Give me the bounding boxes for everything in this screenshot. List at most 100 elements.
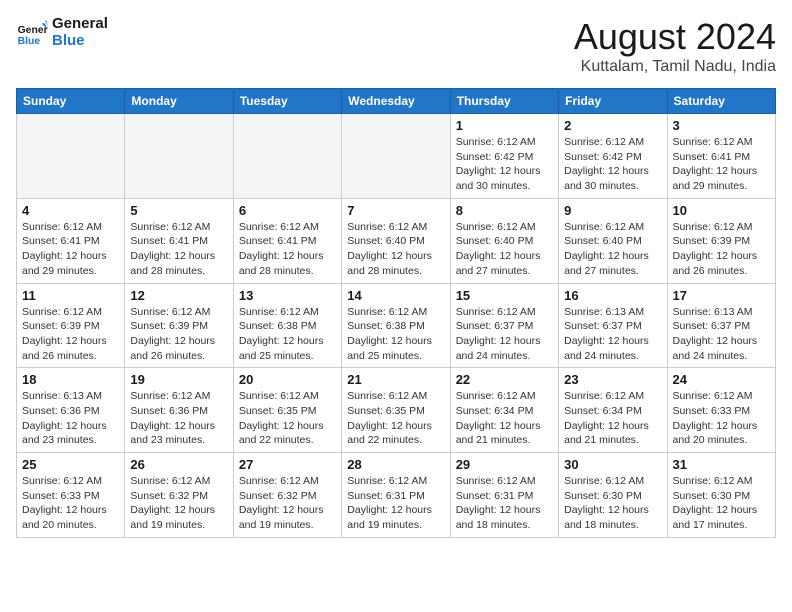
calendar-cell: 15Sunrise: 6:12 AM Sunset: 6:37 PM Dayli… (450, 283, 558, 368)
calendar-cell: 18 Sunrise: 6:13 AM Sunset: 6:36 PM Dayli… (17, 368, 125, 453)
calendar-cell: 5 Sunrise: 6:12 AM Sunset: 6:41 PM Daylig… (125, 198, 233, 283)
logo: General Blue General Blue (16, 16, 108, 49)
day-number: 7 (347, 203, 444, 218)
day-number: 9 (564, 203, 661, 218)
day-number: 23 (564, 372, 661, 387)
day-number: 14 (347, 288, 444, 303)
calendar-cell: 6Sunrise: 6:12 AM Sunset: 6:41 PM Daylig… (233, 198, 341, 283)
day-number: 16 (564, 288, 661, 303)
week-row-4: 18 Sunrise: 6:13 AM Sunset: 6:36 PM Dayli… (17, 368, 776, 453)
day-number: 8 (456, 203, 553, 218)
day-info: Sunrise: 6:12 AM Sunset: 6:41 PM Dayligh… (130, 220, 227, 279)
svg-text:Blue: Blue (18, 36, 41, 47)
day-info: Sunrise: 6:12 AM Sunset: 6:36 PM Dayligh… (130, 389, 227, 448)
calendar-cell: 10 Sunrise: 6:12 AM Sunset: 6:39 PM Dayli… (667, 198, 775, 283)
logo-icon: General Blue (16, 17, 48, 49)
week-row-5: 25 Sunrise: 6:12 AM Sunset: 6:33 PM Dayli… (17, 453, 776, 538)
day-info: Sunrise: 6:12 AM Sunset: 6:41 PM Dayligh… (22, 220, 119, 279)
calendar-cell (17, 114, 125, 199)
month-title: August 2024 (574, 16, 776, 58)
day-number: 26 (130, 457, 227, 472)
day-info: Sunrise: 6:12 AM Sunset: 6:41 PM Dayligh… (673, 135, 770, 194)
day-number: 2 (564, 118, 661, 133)
calendar-cell: 2Sunrise: 6:12 AM Sunset: 6:42 PM Daylig… (559, 114, 667, 199)
calendar-cell: 26 Sunrise: 6:12 AM Sunset: 6:32 PM Dayli… (125, 453, 233, 538)
weekday-header-friday: Friday (559, 89, 667, 114)
calendar-cell: 24Sunrise: 6:12 AM Sunset: 6:33 PM Dayli… (667, 368, 775, 453)
day-info: Sunrise: 6:12 AM Sunset: 6:39 PM Dayligh… (673, 220, 770, 279)
weekday-header-row: SundayMondayTuesdayWednesdayThursdayFrid… (17, 89, 776, 114)
day-info: Sunrise: 6:12 AM Sunset: 6:38 PM Dayligh… (239, 305, 336, 364)
calendar-cell: 28 Sunrise: 6:12 AM Sunset: 6:31 PM Dayli… (342, 453, 450, 538)
day-number: 1 (456, 118, 553, 133)
day-number: 10 (673, 203, 770, 218)
calendar-cell (233, 114, 341, 199)
day-info: Sunrise: 6:13 AM Sunset: 6:37 PM Dayligh… (673, 305, 770, 364)
day-info: Sunrise: 6:12 AM Sunset: 6:31 PM Dayligh… (347, 474, 444, 533)
day-info: Sunrise: 6:12 AM Sunset: 6:30 PM Dayligh… (673, 474, 770, 533)
day-info: Sunrise: 6:12 AM Sunset: 6:42 PM Dayligh… (456, 135, 553, 194)
calendar-cell: 4 Sunrise: 6:12 AM Sunset: 6:41 PM Daylig… (17, 198, 125, 283)
title-block: August 2024 Kuttalam, Tamil Nadu, India (574, 16, 776, 76)
day-number: 17 (673, 288, 770, 303)
day-number: 31 (673, 457, 770, 472)
calendar-cell: 17 Sunrise: 6:13 AM Sunset: 6:37 PM Dayli… (667, 283, 775, 368)
weekday-header-sunday: Sunday (17, 89, 125, 114)
day-info: Sunrise: 6:12 AM Sunset: 6:33 PM Dayligh… (673, 389, 770, 448)
calendar-cell: 9Sunrise: 6:12 AM Sunset: 6:40 PM Daylig… (559, 198, 667, 283)
calendar-cell: 22 Sunrise: 6:12 AM Sunset: 6:34 PM Dayli… (450, 368, 558, 453)
day-info: Sunrise: 6:13 AM Sunset: 6:36 PM Dayligh… (22, 389, 119, 448)
day-number: 18 (22, 372, 119, 387)
calendar-cell: 1 Sunrise: 6:12 AM Sunset: 6:42 PM Daylig… (450, 114, 558, 199)
location: Kuttalam, Tamil Nadu, India (574, 58, 776, 76)
day-number: 20 (239, 372, 336, 387)
day-info: Sunrise: 6:12 AM Sunset: 6:40 PM Dayligh… (347, 220, 444, 279)
day-number: 21 (347, 372, 444, 387)
day-info: Sunrise: 6:12 AM Sunset: 6:39 PM Dayligh… (130, 305, 227, 364)
day-number: 3 (673, 118, 770, 133)
day-number: 28 (347, 457, 444, 472)
calendar-cell: 27 Sunrise: 6:12 AM Sunset: 6:32 PM Dayli… (233, 453, 341, 538)
day-info: Sunrise: 6:12 AM Sunset: 6:38 PM Dayligh… (347, 305, 444, 364)
day-info: Sunrise: 6:12 AM Sunset: 6:35 PM Dayligh… (347, 389, 444, 448)
day-info: Sunrise: 6:12 AM Sunset: 6:31 PM Dayligh… (456, 474, 553, 533)
calendar-cell: 31 Sunrise: 6:12 AM Sunset: 6:30 PM Dayli… (667, 453, 775, 538)
week-row-2: 4 Sunrise: 6:12 AM Sunset: 6:41 PM Daylig… (17, 198, 776, 283)
day-number: 19 (130, 372, 227, 387)
calendar-cell (342, 114, 450, 199)
calendar-cell (125, 114, 233, 199)
weekday-header-tuesday: Tuesday (233, 89, 341, 114)
day-number: 13 (239, 288, 336, 303)
calendar-cell: 23Sunrise: 6:12 AM Sunset: 6:34 PM Dayli… (559, 368, 667, 453)
day-number: 25 (22, 457, 119, 472)
day-info: Sunrise: 6:12 AM Sunset: 6:35 PM Dayligh… (239, 389, 336, 448)
calendar-cell: 29 Sunrise: 6:12 AM Sunset: 6:31 PM Dayli… (450, 453, 558, 538)
day-number: 11 (22, 288, 119, 303)
day-info: Sunrise: 6:13 AM Sunset: 6:37 PM Dayligh… (564, 305, 661, 364)
svg-text:General: General (18, 25, 48, 36)
day-number: 27 (239, 457, 336, 472)
calendar-cell: 7 Sunrise: 6:12 AM Sunset: 6:40 PM Daylig… (342, 198, 450, 283)
day-number: 29 (456, 457, 553, 472)
day-info: Sunrise: 6:12 AM Sunset: 6:32 PM Dayligh… (130, 474, 227, 533)
day-info: Sunrise: 6:12 AM Sunset: 6:30 PM Dayligh… (564, 474, 661, 533)
calendar-cell: 11 Sunrise: 6:12 AM Sunset: 6:39 PM Dayli… (17, 283, 125, 368)
calendar-cell: 19 Sunrise: 6:12 AM Sunset: 6:36 PM Dayli… (125, 368, 233, 453)
day-number: 22 (456, 372, 553, 387)
day-number: 5 (130, 203, 227, 218)
day-info: Sunrise: 6:12 AM Sunset: 6:39 PM Dayligh… (22, 305, 119, 364)
week-row-1: 1 Sunrise: 6:12 AM Sunset: 6:42 PM Daylig… (17, 114, 776, 199)
weekday-header-wednesday: Wednesday (342, 89, 450, 114)
day-number: 4 (22, 203, 119, 218)
calendar-cell: 16 Sunrise: 6:13 AM Sunset: 6:37 PM Dayli… (559, 283, 667, 368)
day-info: Sunrise: 6:12 AM Sunset: 6:40 PM Dayligh… (456, 220, 553, 279)
calendar-cell: 21 Sunrise: 6:12 AM Sunset: 6:35 PM Dayli… (342, 368, 450, 453)
day-number: 30 (564, 457, 661, 472)
page-header: General Blue General Blue August 2024 Ku… (16, 16, 776, 76)
day-info: Sunrise: 6:12 AM Sunset: 6:33 PM Dayligh… (22, 474, 119, 533)
day-info: Sunrise: 6:12 AM Sunset: 6:32 PM Dayligh… (239, 474, 336, 533)
day-number: 12 (130, 288, 227, 303)
day-info: Sunrise: 6:12 AM Sunset: 6:41 PM Dayligh… (239, 220, 336, 279)
day-info: Sunrise: 6:12 AM Sunset: 6:34 PM Dayligh… (456, 389, 553, 448)
day-number: 15 (456, 288, 553, 303)
